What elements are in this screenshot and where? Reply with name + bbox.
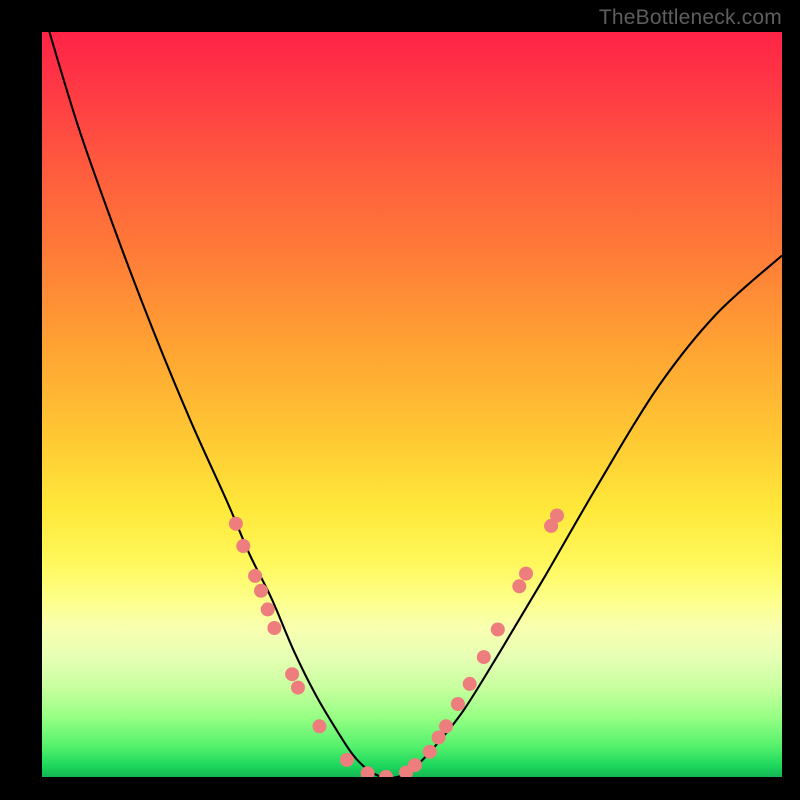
sample-dot bbox=[248, 569, 262, 583]
sample-dot bbox=[439, 719, 453, 733]
sample-dot bbox=[267, 621, 281, 635]
sample-dot bbox=[229, 517, 243, 531]
bottleneck-curve bbox=[49, 32, 782, 777]
sample-dot bbox=[477, 650, 491, 664]
sample-dot bbox=[291, 681, 305, 695]
sample-dot bbox=[408, 758, 422, 772]
sample-dot bbox=[313, 719, 327, 733]
sample-dot bbox=[340, 753, 354, 767]
sample-dots bbox=[229, 509, 564, 778]
chart-frame: TheBottleneck.com bbox=[0, 0, 800, 800]
sample-dot bbox=[379, 770, 393, 777]
sample-dot bbox=[285, 667, 299, 681]
watermark-text: TheBottleneck.com bbox=[599, 6, 782, 30]
sample-dot bbox=[519, 567, 533, 581]
sample-dot bbox=[463, 677, 477, 691]
sample-dot bbox=[254, 584, 268, 598]
sample-dot bbox=[491, 623, 505, 637]
sample-dot bbox=[236, 539, 250, 553]
sample-dot bbox=[512, 579, 526, 593]
sample-dot bbox=[261, 602, 275, 616]
sample-dot bbox=[550, 509, 564, 523]
sample-dot bbox=[361, 766, 375, 777]
plot-area bbox=[42, 32, 782, 777]
sample-dot bbox=[451, 697, 465, 711]
curve-layer bbox=[42, 32, 782, 777]
sample-dot bbox=[423, 745, 437, 759]
